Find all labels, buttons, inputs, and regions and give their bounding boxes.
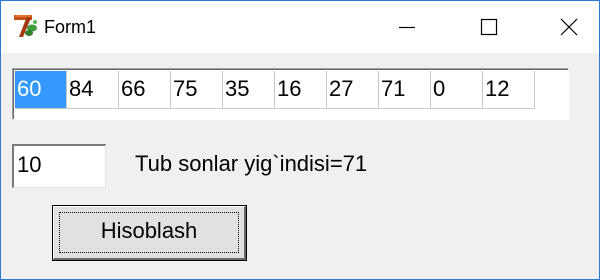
minimize-button[interactable] [379, 1, 435, 53]
count-input[interactable]: 10 [12, 144, 106, 188]
grid-cell[interactable]: 84 [67, 71, 119, 109]
grid-cell[interactable]: 35 [223, 71, 275, 109]
calculate-button-label: Hisoblash [100, 218, 198, 243]
maximize-button[interactable] [461, 1, 517, 53]
app-icon [14, 15, 37, 37]
maximize-icon [480, 18, 498, 36]
grid-row: 60 84 66 75 35 16 27 71 0 12 [15, 71, 535, 109]
result-label: Tub sonlar yig`indisi=71 [135, 151, 368, 176]
number-grid[interactable]: 60 84 66 75 35 16 27 71 0 12 [12, 68, 569, 120]
form-window: Form1 60 84 66 75 35 16 27 71 0 12 10 Tu… [0, 0, 600, 280]
grid-cell[interactable]: 12 [483, 71, 535, 109]
window-title: Form1 [44, 17, 97, 37]
calculate-button[interactable]: Hisoblash [53, 206, 246, 260]
grid-cell[interactable]: 27 [327, 71, 379, 109]
title-bar[interactable]: Form1 [1, 1, 599, 53]
grid-cell[interactable]: 66 [119, 71, 171, 109]
grid-cell[interactable]: 16 [275, 71, 327, 109]
grid-cell[interactable]: 0 [431, 71, 483, 109]
grid-cell[interactable]: 60 [15, 71, 67, 109]
grid-cell[interactable]: 71 [379, 71, 431, 109]
grid-cell[interactable]: 75 [171, 71, 223, 109]
close-button[interactable] [541, 1, 597, 53]
close-icon [560, 18, 578, 36]
minimize-icon [399, 26, 415, 29]
